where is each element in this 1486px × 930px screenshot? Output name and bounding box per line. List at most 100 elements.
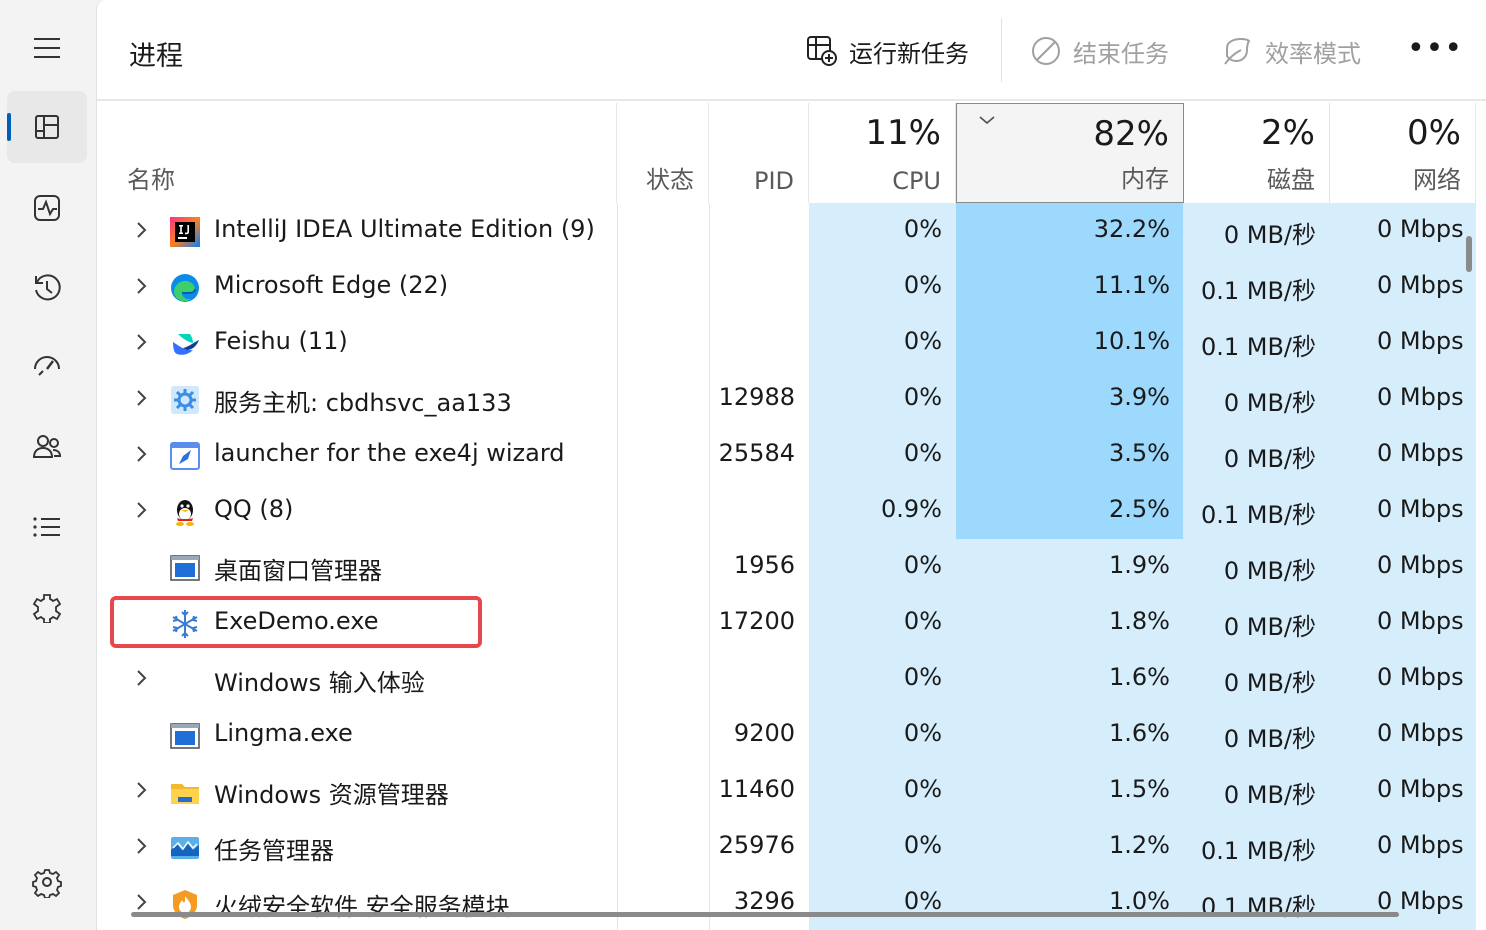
- process-name: Feishu (11): [214, 327, 348, 355]
- vertical-scrollbar[interactable]: [1466, 236, 1472, 272]
- process-pid: 12988: [718, 383, 795, 411]
- column-network-label: 网络: [1413, 166, 1461, 194]
- column-name[interactable]: 名称: [97, 103, 617, 203]
- process-name: Lingma.exe: [214, 719, 353, 747]
- process-disk: 0 MB/秒: [1223, 445, 1316, 473]
- column-name-label: 名称: [127, 166, 175, 194]
- process-pid: 1956: [733, 551, 795, 579]
- end-task-button[interactable]: 结束任务: [1029, 30, 1169, 72]
- folder-icon: [169, 776, 201, 808]
- run-task-icon: [807, 36, 837, 66]
- process-memory: 1.0%: [1109, 887, 1170, 915]
- process-network: 0 Mbps: [1377, 887, 1464, 915]
- process-network: 0 Mbps: [1377, 775, 1464, 803]
- page-title: 进程: [129, 41, 183, 72]
- process-row[interactable]: Windows 输入体验 0% 1.6% 0 MB/秒 0 Mbps: [97, 651, 1486, 707]
- column-status[interactable]: 状态: [617, 103, 709, 203]
- process-cpu: 0%: [903, 215, 942, 243]
- process-disk: 0.1 MB/秒: [1200, 837, 1316, 865]
- process-row[interactable]: Lingma.exe 9200 0% 1.6% 0 MB/秒 0 Mbps: [97, 707, 1486, 763]
- startup-apps-icon[interactable]: [7, 331, 87, 403]
- process-row[interactable]: 火绒安全软件 安全服务模块 3296 0% 1.0% 0.1 MB/秒 0 Mb…: [97, 875, 1486, 930]
- process-name: Windows 输入体验: [214, 669, 425, 697]
- efficiency-mode-button[interactable]: 效率模式: [1221, 30, 1361, 72]
- process-row[interactable]: launcher for the exe4j wizard 25584 0% 3…: [97, 427, 1486, 483]
- process-row[interactable]: IntelliJ IDEA Ultimate Edition (9) 0% 32…: [97, 203, 1486, 259]
- process-network: 0 Mbps: [1377, 439, 1464, 467]
- column-memory[interactable]: 82% 内存: [956, 103, 1184, 203]
- chevron-right-icon[interactable]: [133, 665, 151, 691]
- column-disk[interactable]: 2% 磁盘: [1184, 103, 1330, 203]
- navigation-sidebar: [0, 0, 96, 930]
- process-cpu: 0%: [903, 327, 942, 355]
- horizontal-scrollbar[interactable]: [131, 912, 1399, 917]
- chevron-right-icon[interactable]: [133, 777, 151, 803]
- process-row[interactable]: 服务主机: cbdhsvc_aa133 12988 0% 3.9% 0 MB/秒…: [97, 371, 1486, 427]
- memory-total: 82%: [1093, 114, 1169, 154]
- task-manager-icon: [169, 832, 201, 864]
- chevron-right-icon[interactable]: [133, 329, 151, 355]
- process-memory: 3.9%: [1109, 383, 1170, 411]
- chevron-right-icon[interactable]: [133, 833, 151, 859]
- process-cpu: 0%: [903, 719, 942, 747]
- edge-icon: [169, 272, 201, 304]
- menu-icon[interactable]: [7, 12, 87, 84]
- process-disk: 0 MB/秒: [1223, 221, 1316, 249]
- column-network[interactable]: 0% 网络: [1330, 103, 1476, 203]
- launcher-icon: [169, 440, 201, 472]
- process-row[interactable]: 任务管理器 25976 0% 1.2% 0.1 MB/秒 0 Mbps: [97, 819, 1486, 875]
- process-row[interactable]: 桌面窗口管理器 1956 0% 1.9% 0 MB/秒 0 Mbps: [97, 539, 1486, 595]
- process-name: 任务管理器: [214, 837, 334, 865]
- sort-descending-icon: [979, 116, 995, 125]
- more-options-button[interactable]: •••: [1407, 28, 1462, 68]
- intellij-icon: [169, 216, 201, 248]
- chevron-right-icon[interactable]: [133, 497, 151, 523]
- run-new-task-label: 运行新任务: [849, 39, 969, 68]
- service-host-icon: [169, 384, 201, 416]
- column-pid[interactable]: PID: [709, 103, 809, 203]
- chevron-right-icon[interactable]: [133, 273, 151, 299]
- process-disk: 0.1 MB/秒: [1200, 277, 1316, 305]
- processes-icon[interactable]: [7, 91, 87, 163]
- process-row[interactable]: QQ (8) 0.9% 2.5% 0.1 MB/秒 0 Mbps: [97, 483, 1486, 539]
- process-pid: 25584: [718, 439, 795, 467]
- process-network: 0 Mbps: [1377, 383, 1464, 411]
- blank-icon: [169, 664, 201, 696]
- process-cpu: 0%: [903, 439, 942, 467]
- run-new-task-button[interactable]: 运行新任务: [805, 30, 969, 72]
- users-icon[interactable]: [7, 411, 87, 483]
- end-task-icon: [1032, 37, 1060, 65]
- process-disk: 0 MB/秒: [1223, 557, 1316, 585]
- process-row[interactable]: Feishu (11) 0% 10.1% 0.1 MB/秒 0 Mbps: [97, 315, 1486, 371]
- process-network: 0 Mbps: [1377, 495, 1464, 523]
- process-network: 0 Mbps: [1377, 607, 1464, 635]
- process-cpu: 0%: [903, 887, 942, 915]
- efficiency-mode-label: 效率模式: [1265, 39, 1361, 68]
- highlight-annotation: [110, 596, 482, 648]
- column-pid-label: PID: [753, 167, 794, 195]
- process-disk: 0.1 MB/秒: [1200, 501, 1316, 529]
- performance-icon[interactable]: [7, 172, 87, 244]
- chevron-right-icon[interactable]: [133, 441, 151, 467]
- column-cpu[interactable]: 11% CPU: [809, 103, 956, 203]
- process-disk: 0 MB/秒: [1223, 389, 1316, 417]
- process-network: 0 Mbps: [1377, 271, 1464, 299]
- cpu-total: 11%: [865, 113, 941, 153]
- process-network: 0 Mbps: [1377, 663, 1464, 691]
- process-row[interactable]: Microsoft Edge (22) 0% 11.1% 0.1 MB/秒 0 …: [97, 259, 1486, 315]
- process-memory: 3.5%: [1109, 439, 1170, 467]
- process-cpu: 0%: [903, 383, 942, 411]
- process-memory: 2.5%: [1109, 495, 1170, 523]
- details-icon[interactable]: [7, 491, 87, 563]
- process-name: QQ (8): [214, 495, 294, 523]
- window-icon: [169, 552, 201, 584]
- process-row[interactable]: Windows 资源管理器 11460 0% 1.5% 0 MB/秒 0 Mbp…: [97, 763, 1486, 819]
- process-memory: 1.5%: [1109, 775, 1170, 803]
- services-icon[interactable]: [7, 571, 87, 643]
- chevron-right-icon[interactable]: [133, 217, 151, 243]
- app-history-icon[interactable]: [7, 252, 87, 324]
- process-disk: 0 MB/秒: [1223, 669, 1316, 697]
- process-name: Windows 资源管理器: [214, 781, 449, 809]
- settings-icon[interactable]: [7, 846, 87, 918]
- chevron-right-icon[interactable]: [133, 385, 151, 411]
